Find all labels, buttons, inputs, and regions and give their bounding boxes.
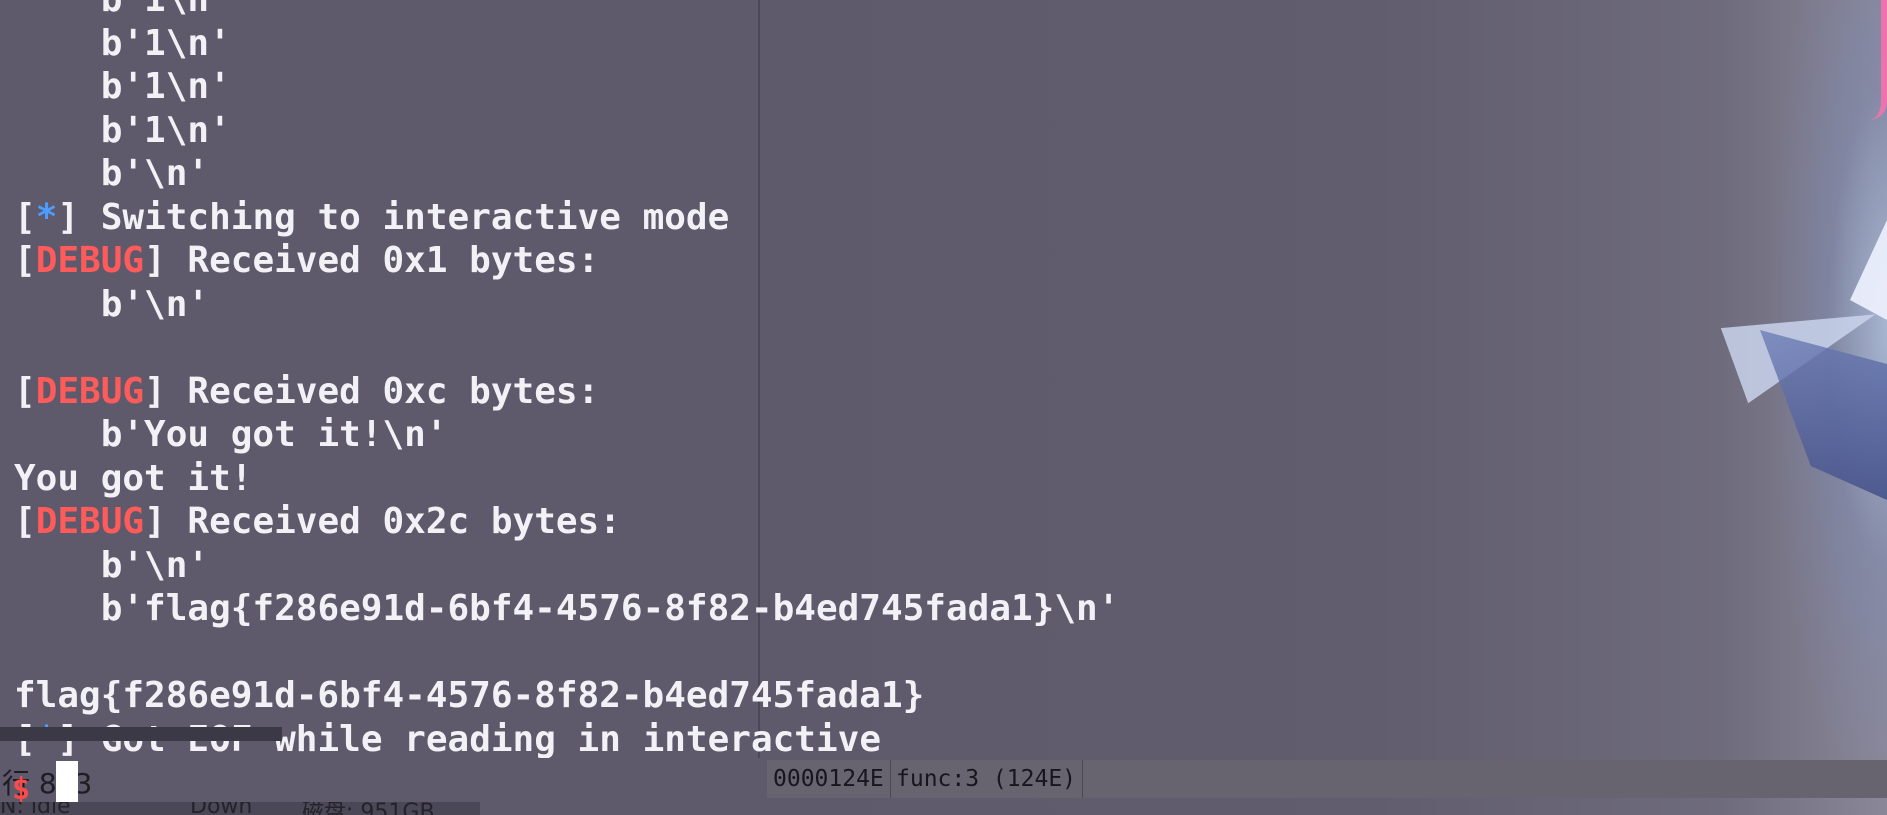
wallpaper-accent bbox=[1869, 0, 1887, 120]
terminal-line: b'flag{f286e91d-6bf4-4576-8f82-b4ed745fa… bbox=[14, 587, 1214, 631]
terminal-line: b'1\n' bbox=[14, 0, 1214, 22]
terminal-line: flag{f286e91d-6bf4-4576-8f82-b4ed745fada… bbox=[14, 674, 1214, 718]
line-text: b'1\n' bbox=[101, 0, 231, 20]
system-bar: N: idle Down 磁盘: 951GB bbox=[0, 802, 480, 815]
line-text: You got it! bbox=[14, 457, 253, 499]
line-text: b'1\n' bbox=[100, 66, 231, 107]
system-bar-item: N: idle bbox=[0, 802, 71, 815]
bracket: ] bbox=[144, 501, 166, 542]
terminal-line: b'1\n' bbox=[14, 109, 1214, 153]
function-readout: func:3 (124E) bbox=[890, 760, 1084, 798]
offset-readout: 0000124E bbox=[767, 760, 891, 798]
line-text: b'\n' bbox=[100, 544, 210, 586]
line-text: b'\n' bbox=[100, 283, 210, 325]
debug-tag: DEBUG bbox=[35, 240, 145, 281]
text-cursor bbox=[56, 761, 78, 803]
line-text: b'1\n' bbox=[100, 109, 231, 151]
bracket: [ bbox=[14, 240, 36, 281]
terminal-line: b'1\n' bbox=[14, 65, 1214, 109]
system-bar-item: Down bbox=[190, 802, 253, 815]
line-text: Switching to interactive mode bbox=[79, 196, 730, 238]
terminal-line: [DEBUG] Received 0x2c bytes: bbox=[14, 500, 1214, 544]
line-text: b'\n' bbox=[100, 153, 210, 194]
terminal-line: b'\n' bbox=[14, 283, 1214, 327]
line-text: b'1\n' bbox=[100, 22, 231, 64]
line-text: Received 0x2c bytes: bbox=[165, 501, 621, 542]
bracket: [ bbox=[14, 370, 36, 412]
line-text: flag{f286e91d-6bf4-4576-8f82-b4ed745fada… bbox=[14, 675, 925, 716]
terminal-line: b'You got it!\n' bbox=[14, 413, 1214, 457]
debug-tag: DEBUG bbox=[35, 370, 145, 412]
terminal-line: You got it! bbox=[14, 457, 1214, 501]
line-text: Received 0xc bytes: bbox=[165, 370, 600, 412]
scroll-indicator[interactable] bbox=[0, 727, 282, 741]
system-bar-item: 磁盘: 951GB bbox=[302, 802, 435, 815]
terminal-output[interactable]: b'1\n' b'1\n' b'1\n' b'1\n' b'\n'[*] Swi… bbox=[14, 0, 1214, 761]
info-tag: * bbox=[35, 196, 58, 238]
editor-status-left: 行 8, 3 $ bbox=[0, 758, 760, 807]
bracket: [ bbox=[14, 196, 36, 238]
bracket: ] bbox=[57, 196, 80, 238]
terminal-line: [*] Switching to interactive mode bbox=[14, 196, 1214, 240]
terminal-line: b'\n' bbox=[14, 544, 1214, 588]
terminal-line: [DEBUG] Received 0xc bytes: bbox=[14, 370, 1214, 414]
terminal-line: [DEBUG] Received 0x1 bytes: bbox=[14, 239, 1214, 283]
bracket: [ bbox=[14, 501, 36, 542]
debug-tag: DEBUG bbox=[35, 501, 145, 542]
terminal-line: b'1\n' bbox=[14, 22, 1214, 66]
line-text: b'flag{f286e91d-6bf4-4576-8f82-b4ed745fa… bbox=[100, 588, 1120, 629]
editor-status-right: 0000124E func:3 (124E) bbox=[767, 760, 1887, 798]
bracket: ] bbox=[144, 370, 166, 412]
bracket: ] bbox=[144, 240, 166, 281]
line-text: b'You got it!\n' bbox=[100, 414, 448, 455]
line-text: Received 0x1 bytes: bbox=[165, 240, 600, 281]
terminal-line: b'\n' bbox=[14, 152, 1214, 196]
